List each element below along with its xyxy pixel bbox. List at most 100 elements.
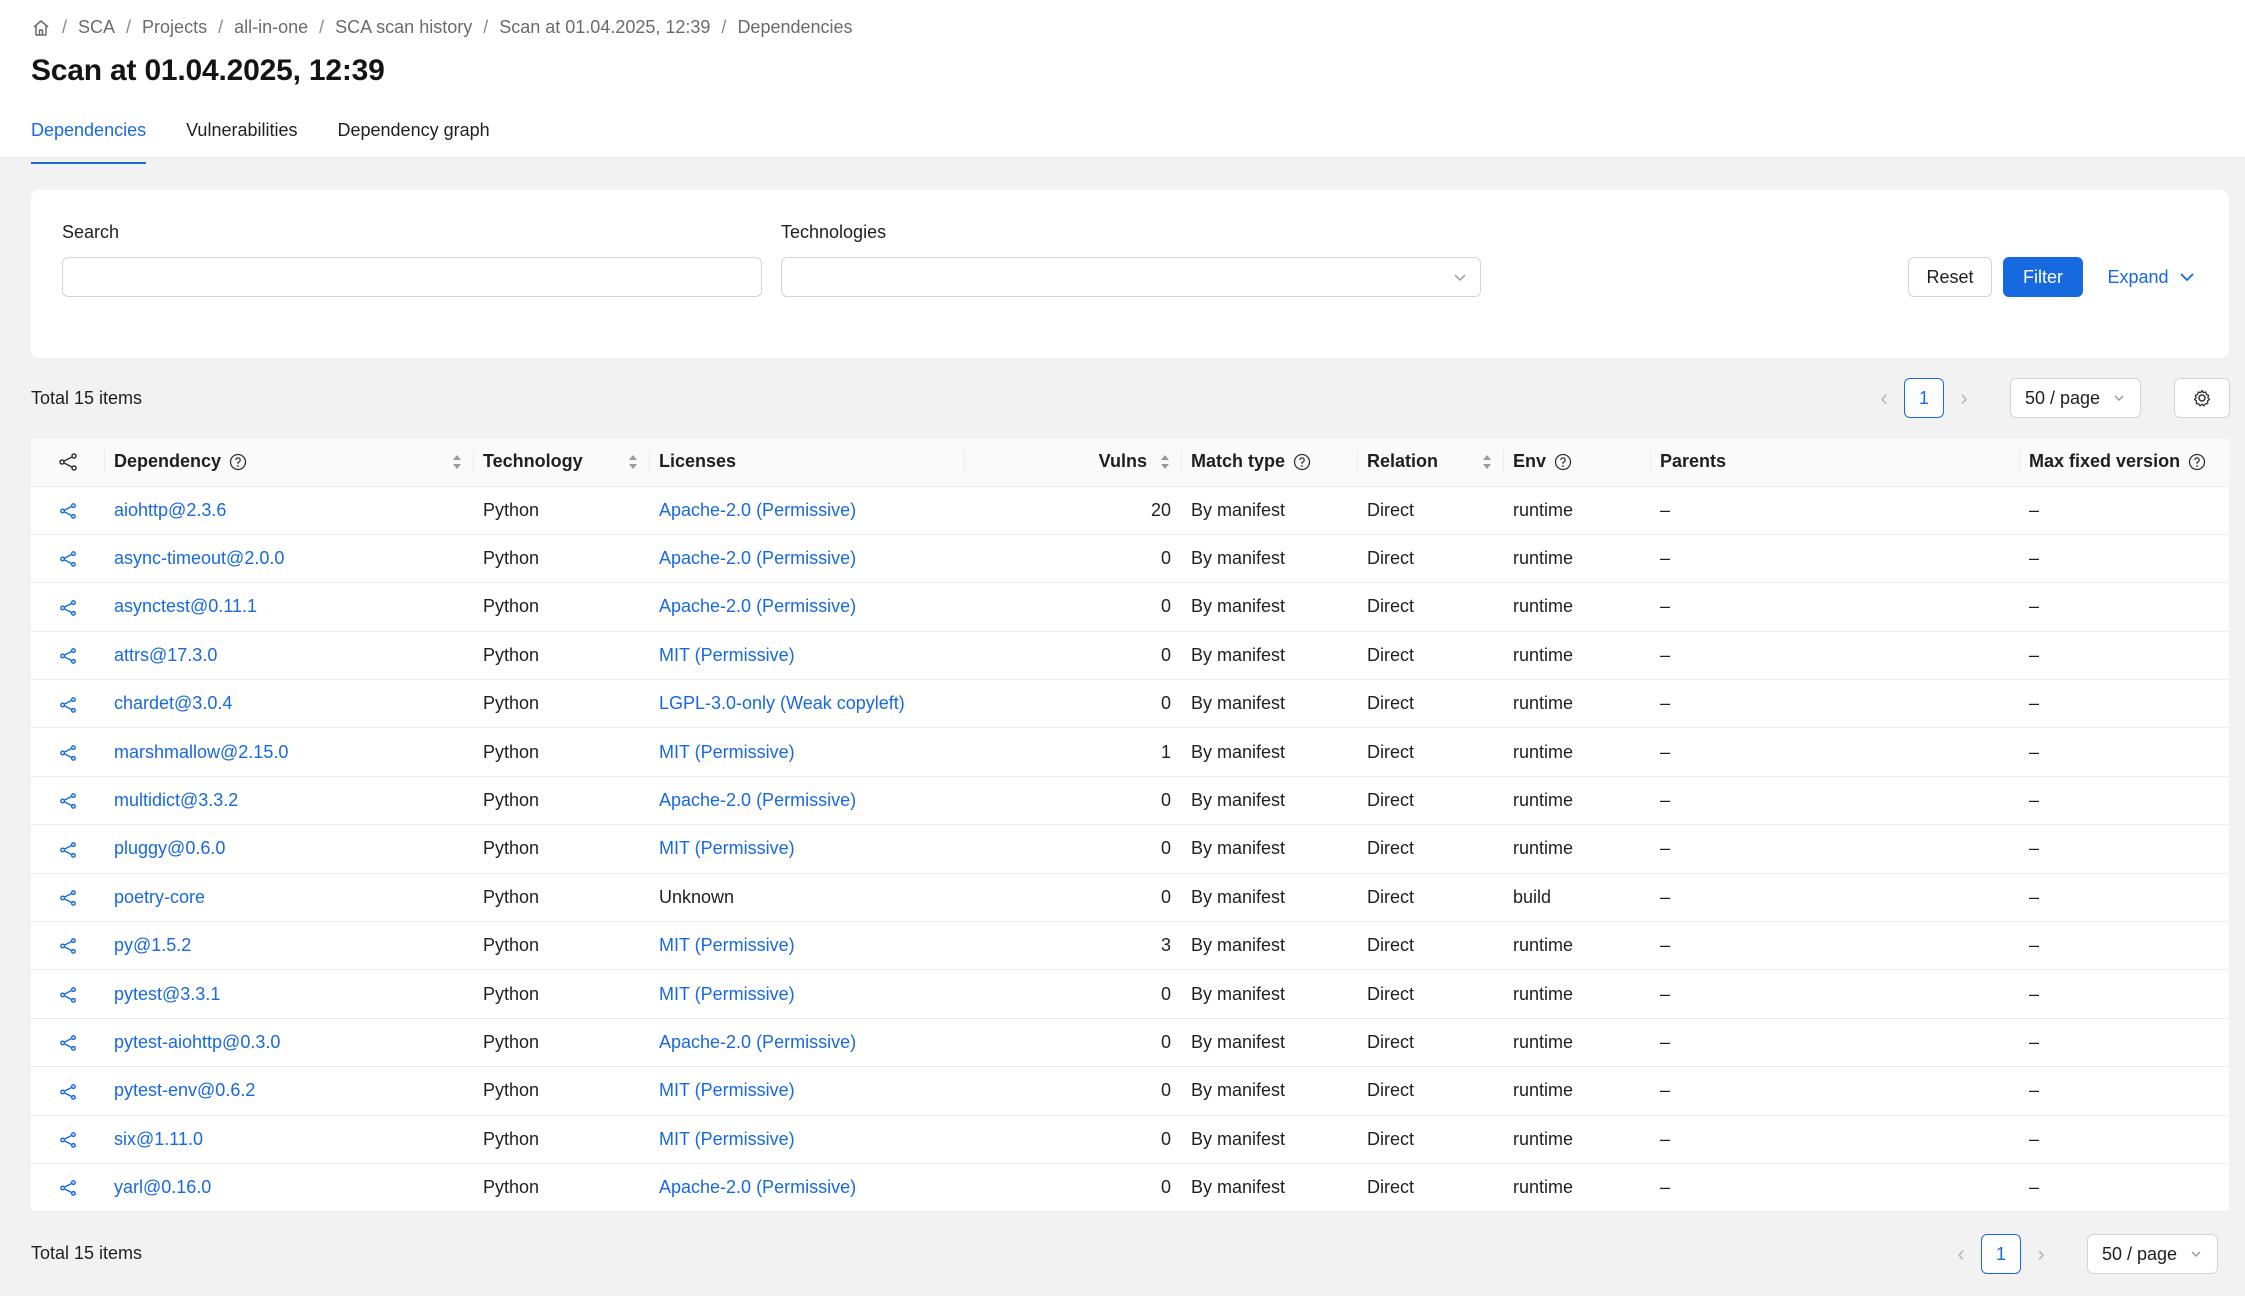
question-circle-icon[interactable] — [1293, 453, 1311, 471]
vulns-cell: 0 — [964, 534, 1181, 584]
vulns-cell: 0 — [964, 873, 1181, 923]
parents-cell: – — [1650, 1018, 2019, 1068]
share-graph-icon[interactable] — [59, 502, 77, 520]
license-link[interactable]: Apache-2.0 (Permissive) — [659, 790, 856, 810]
question-circle-icon[interactable] — [229, 453, 247, 471]
page-number-button[interactable]: 1 — [1981, 1234, 2021, 1274]
column-header-dependency[interactable]: Dependency — [104, 438, 473, 487]
filter-button[interactable]: Filter — [2003, 257, 2083, 297]
breadcrumb-item-sca[interactable]: SCA — [78, 17, 115, 38]
question-circle-icon[interactable] — [2188, 453, 2206, 471]
dependency-link[interactable]: pytest-env@0.6.2 — [114, 1080, 255, 1100]
license-link[interactable]: Apache-2.0 (Permissive) — [659, 1177, 856, 1197]
search-input[interactable] — [62, 257, 762, 297]
license-link[interactable]: MIT (Permissive) — [659, 1129, 795, 1149]
license-link[interactable]: MIT (Permissive) — [659, 1080, 795, 1100]
page-size-select[interactable]: 50 / page — [2010, 378, 2142, 418]
prev-page-icon[interactable]: ‹ — [1941, 1241, 1981, 1267]
license-link[interactable]: MIT (Permissive) — [659, 838, 795, 858]
technology-cell: Python — [473, 873, 649, 923]
relation-cell: Direct — [1357, 679, 1503, 729]
sort-icon[interactable] — [451, 453, 463, 471]
page-number-button[interactable]: 1 — [1904, 378, 1944, 418]
column-header-vulns[interactable]: Vulns — [964, 438, 1181, 487]
reset-button[interactable]: Reset — [1908, 257, 1992, 297]
share-graph-icon[interactable] — [59, 937, 77, 955]
license-link[interactable]: MIT (Permissive) — [659, 742, 795, 762]
dependency-link[interactable]: async-timeout@2.0.0 — [114, 548, 284, 568]
share-graph-icon[interactable] — [59, 841, 77, 859]
dependency-link[interactable]: asynctest@0.11.1 — [114, 596, 257, 616]
technologies-select[interactable] — [781, 257, 1481, 297]
dependency-link[interactable]: chardet@3.0.4 — [114, 693, 232, 713]
env-cell: runtime — [1503, 727, 1650, 777]
table-settings-button[interactable] — [2174, 378, 2230, 418]
table-row: multidict@3.3.2 Python Apache-2.0 (Permiss… — [31, 776, 2229, 826]
share-graph-icon[interactable] — [59, 599, 77, 617]
license-link[interactable]: Apache-2.0 (Permissive) — [659, 500, 856, 520]
table-header-row: Dependency Technology Licenses Vulns Mat… — [31, 438, 2229, 487]
tab-dependency-graph[interactable]: Dependency graph — [338, 118, 490, 164]
tab-vulnerabilities[interactable]: Vulnerabilities — [186, 118, 297, 164]
license-link[interactable]: Apache-2.0 (Permissive) — [659, 596, 856, 616]
graph-cell — [31, 631, 104, 681]
share-graph-icon[interactable] — [59, 550, 77, 568]
sort-icon[interactable] — [627, 453, 639, 471]
breadcrumb-item-scan-history[interactable]: SCA scan history — [335, 17, 472, 38]
share-graph-icon[interactable] — [59, 1034, 77, 1052]
dependency-link[interactable]: poetry-core — [114, 887, 205, 907]
sort-icon[interactable] — [1159, 453, 1171, 471]
share-graph-icon[interactable] — [59, 1179, 77, 1197]
dependency-link[interactable]: yarl@0.16.0 — [114, 1177, 211, 1197]
share-graph-icon[interactable] — [59, 1083, 77, 1101]
dependency-link[interactable]: pluggy@0.6.0 — [114, 838, 225, 858]
question-circle-icon[interactable] — [1554, 453, 1572, 471]
prev-page-icon[interactable]: ‹ — [1864, 385, 1904, 411]
dependency-link[interactable]: pytest@3.3.1 — [114, 984, 220, 1004]
next-page-icon[interactable]: › — [2021, 1241, 2061, 1267]
breadcrumb-item-scan[interactable]: Scan at 01.04.2025, 12:39 — [499, 17, 710, 38]
column-header-relation[interactable]: Relation — [1357, 438, 1503, 487]
page-size-select[interactable]: 50 / page — [2087, 1234, 2219, 1274]
next-page-icon[interactable]: › — [1944, 385, 1984, 411]
column-label: Match type — [1191, 451, 1286, 472]
sort-icon[interactable] — [1481, 453, 1493, 471]
dependency-link[interactable]: py@1.5.2 — [114, 935, 191, 955]
license-link[interactable]: LGPL-3.0-only (Weak copyleft) — [659, 693, 905, 713]
breadcrumb-item-projects[interactable]: Projects — [142, 17, 207, 38]
license-link[interactable]: Apache-2.0 (Permissive) — [659, 1032, 856, 1052]
share-graph-icon[interactable] — [59, 986, 77, 1004]
share-graph-icon[interactable] — [59, 1131, 77, 1149]
share-graph-icon[interactable] — [59, 792, 77, 810]
graph-cell — [31, 727, 104, 777]
share-graph-icon[interactable] — [59, 696, 77, 714]
dependency-cell: aiohttp@2.3.6 — [104, 486, 473, 535]
dependency-link[interactable]: aiohttp@2.3.6 — [114, 500, 226, 520]
license-link[interactable]: Apache-2.0 (Permissive) — [659, 548, 856, 568]
dependency-link[interactable]: marshmallow@2.15.0 — [114, 742, 288, 762]
share-graph-icon[interactable] — [59, 647, 77, 665]
license-cell: MIT (Permissive) — [649, 1066, 964, 1116]
dependency-link[interactable]: pytest-aiohttp@0.3.0 — [114, 1032, 280, 1052]
license-cell: Apache-2.0 (Permissive) — [649, 1018, 964, 1068]
license-link[interactable]: MIT (Permissive) — [659, 645, 795, 665]
breadcrumb: / SCA / Projects / all-in-one / SCA scan… — [31, 0, 2214, 38]
license-cell: LGPL-3.0-only (Weak copyleft) — [649, 679, 964, 729]
column-header-licenses: Licenses — [649, 438, 964, 487]
breadcrumb-item-project[interactable]: all-in-one — [234, 17, 308, 38]
dependency-link[interactable]: attrs@17.3.0 — [114, 645, 217, 665]
expand-button[interactable]: Expand — [2101, 257, 2201, 297]
dependency-link[interactable]: six@1.11.0 — [114, 1129, 203, 1149]
license-link[interactable]: MIT (Permissive) — [659, 984, 795, 1004]
dependency-link[interactable]: multidict@3.3.2 — [114, 790, 238, 810]
column-header-technology[interactable]: Technology — [473, 438, 649, 487]
license-link[interactable]: MIT (Permissive) — [659, 935, 795, 955]
technology-cell: Python — [473, 776, 649, 826]
page-header: / SCA / Projects / all-in-one / SCA scan… — [0, 0, 2245, 164]
share-graph-icon[interactable] — [59, 744, 77, 762]
tab-dependencies[interactable]: Dependencies — [31, 118, 147, 164]
match-type-cell: By manifest — [1181, 534, 1357, 584]
share-graph-icon[interactable] — [59, 889, 77, 907]
expand-label: Expand — [2107, 266, 2169, 287]
home-icon[interactable] — [31, 18, 51, 38]
